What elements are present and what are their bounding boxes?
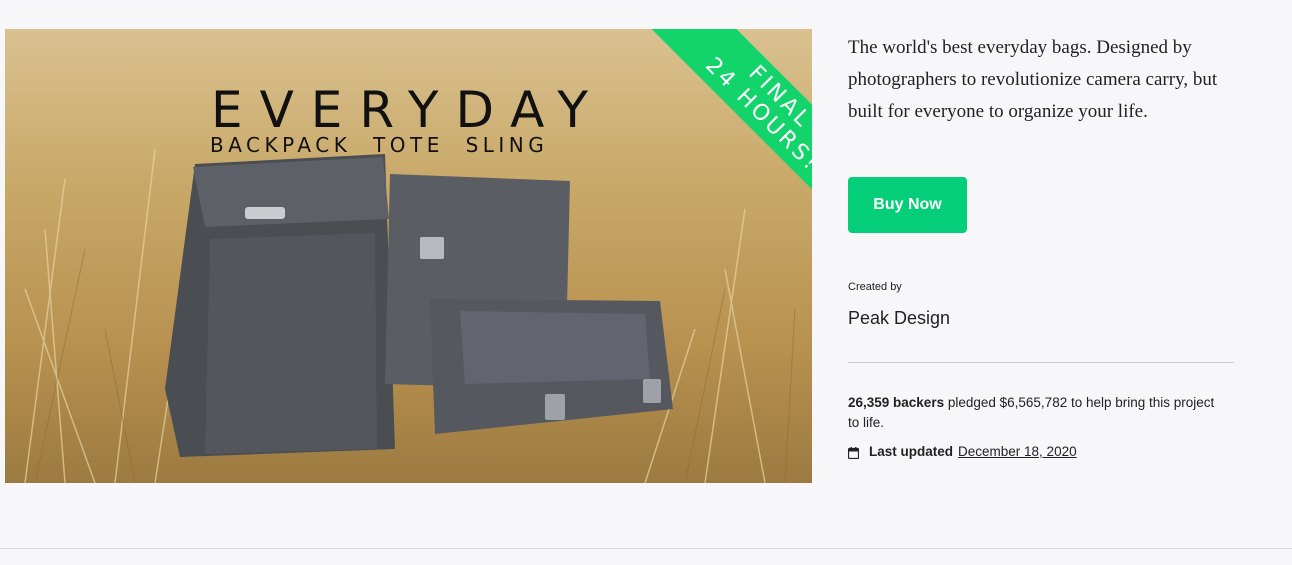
calendar-icon [848,446,859,459]
buy-now-button[interactable]: Buy Now [848,177,967,233]
created-by-label: Created by [848,281,902,293]
backers-count: 26,359 backers [848,395,945,410]
project-blurb: The world's best everyday bags. Designed… [848,37,1218,122]
last-updated-label: Last updated [869,444,954,459]
last-updated: Last updated December 18, 2020 [848,444,1077,459]
section-divider [0,548,1292,549]
project-hero-image[interactable]: EVERYDAY BACKPACK TOTE SLING FINAL 24 HO… [5,29,812,483]
hero-title: EVERYDAY [211,81,605,139]
hero-subtitle: BACKPACK TOTE SLING [210,133,549,157]
divider [848,362,1234,363]
last-updated-date-link[interactable]: December 18, 2020 [958,444,1077,459]
creator-name[interactable]: Peak Design [848,308,950,329]
funding-stats: 26,359 backers pledged $6,565,782 to hel… [848,393,1218,433]
